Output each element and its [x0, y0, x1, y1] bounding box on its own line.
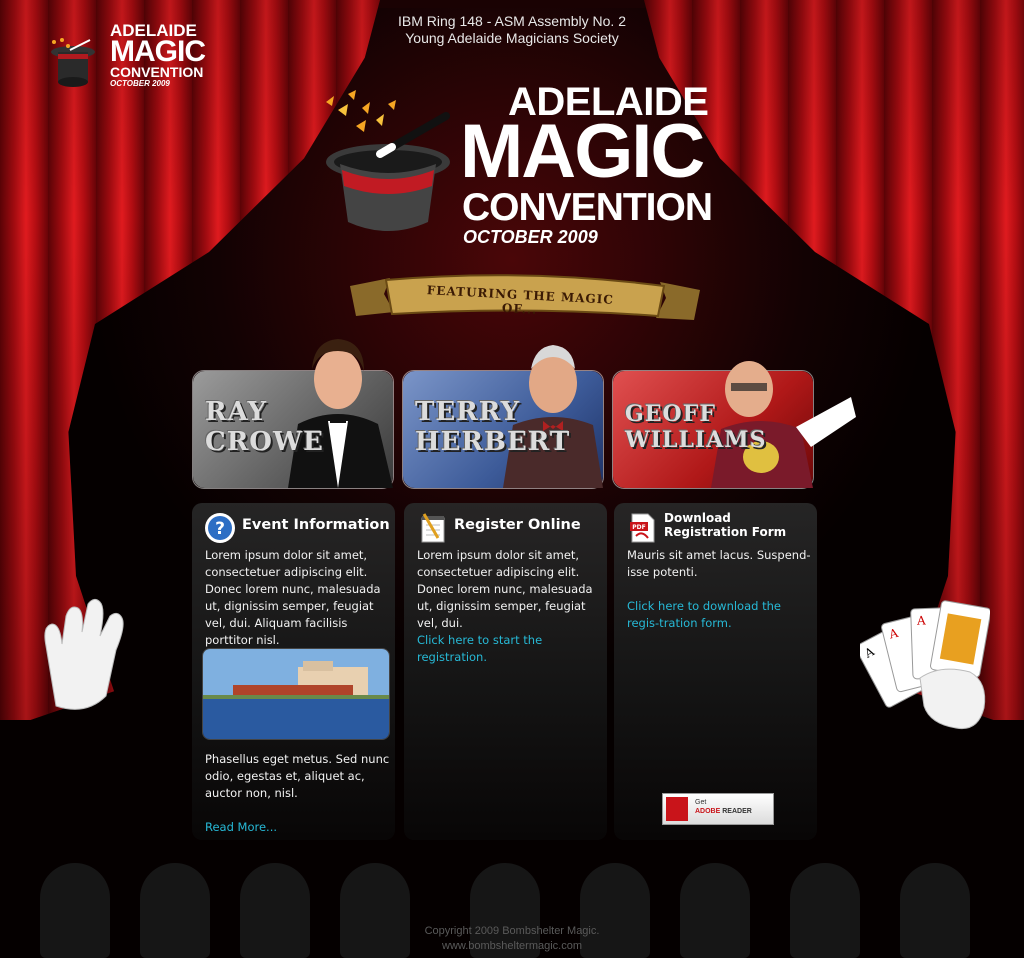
panel-text: Lorem ipsum dolor sit amet, consectetuer… [205, 548, 381, 647]
panel-title: Event Information [242, 517, 390, 533]
magician-name-ray: RAY CROWE [205, 397, 324, 457]
register-online-panel: Register Online Lorem ipsum dolor sit am… [404, 503, 607, 840]
panel-title-line-2: Registration Form [664, 525, 787, 539]
panel-text: Mauris sit amet lacus. Suspend-isse pote… [627, 548, 811, 579]
panel-title: Download Registration Form [664, 511, 786, 539]
magician-last-name: WILLIAMS [625, 427, 767, 453]
magician-last-name: HERBERT [415, 427, 571, 457]
main-logo-date: OCTOBER 2009 [463, 227, 598, 247]
adobe-get-text: Get [695, 799, 707, 806]
download-form-link[interactable]: Click here to download the regis-tration… [627, 598, 815, 632]
panel-title: Register Online [454, 517, 581, 533]
event-information-panel: ? Event Information Lorem ipsum dolor si… [192, 503, 395, 840]
organization-heading: IBM Ring 148 - ASM Assembly No. 2 Young … [362, 13, 662, 47]
magician-first-name: RAY [205, 397, 268, 427]
download-form-panel: PDF Download Registration Form Mauris si… [614, 503, 817, 840]
get-adobe-reader-button[interactable]: Get ADOBE READER [662, 793, 774, 825]
magician-card-terry-herbert[interactable]: TERRY HERBERT [402, 345, 604, 489]
featuring-banner: FEATURING THE MAGIC OF... [350, 268, 700, 330]
magician-last-name: CROWE [205, 427, 324, 457]
read-more-link[interactable]: Read More... [205, 819, 393, 836]
panel-title-line-1: Download [664, 511, 731, 525]
site-logo-small[interactable]: ADELAIDE MAGIC CONVENTION OCTOBER 2009 [40, 18, 220, 94]
magician-name-geoff: GEOFF WILLIAMS [625, 401, 767, 453]
adobe-reader-word: READER [722, 808, 752, 815]
svg-text:?: ? [215, 519, 225, 539]
adobe-logo-icon [666, 797, 688, 821]
playing-cards-icon: A A A [860, 600, 990, 730]
main-logo-convention: CONVENTION [462, 186, 713, 229]
main-logo-magic: MAGIC [460, 109, 705, 194]
org-line-1: IBM Ring 148 - ASM Assembly No. 2 [398, 13, 626, 29]
svg-text:PDF: PDF [632, 524, 645, 531]
logo-small-convention: CONVENTION [110, 64, 204, 80]
magician-card-geoff-williams[interactable]: GEOFF WILLIAMS [612, 361, 856, 489]
adobe-reader-text: ADOBE READER [695, 808, 752, 815]
venue-photo [202, 648, 390, 740]
notepad-icon [421, 513, 445, 543]
magic-hat-icon [326, 90, 450, 231]
site-footer: Copyright 2009 Bombshelter Magic. www.bo… [362, 924, 662, 954]
footer-website-link[interactable]: www.bombsheltermagic.com [362, 939, 662, 954]
white-glove-icon [44, 598, 124, 710]
start-registration-link[interactable]: Click here to start the registration. [417, 632, 605, 666]
stage-background: IBM Ring 148 - ASM Assembly No. 2 Young … [0, 0, 1024, 958]
svg-text:A: A [916, 613, 926, 627]
top-hat-icon [51, 38, 95, 87]
magician-card-ray-crowe[interactable]: RAY CROWE [192, 339, 394, 489]
logo-small-date: OCTOBER 2009 [110, 79, 170, 88]
magician-first-name: GEOFF [625, 401, 716, 427]
question-icon: ? [205, 513, 235, 543]
copyright-text: Copyright 2009 Bombshelter Magic. [424, 925, 600, 937]
adobe-brand-text: ADOBE [695, 808, 721, 815]
magician-first-name: TERRY [415, 397, 521, 427]
panel-text-secondary: Phasellus eget metus. Sed nunc odio, ege… [205, 752, 390, 800]
magician-name-terry: TERRY HERBERT [415, 397, 570, 457]
main-logo: ADELAIDE MAGIC CONVENTION OCTOBER 2009 [300, 70, 730, 260]
pdf-icon: PDF [630, 513, 655, 543]
panel-text: Lorem ipsum dolor sit amet, consectetuer… [417, 548, 593, 630]
org-line-2: Young Adelaide Magicians Society [405, 30, 619, 46]
